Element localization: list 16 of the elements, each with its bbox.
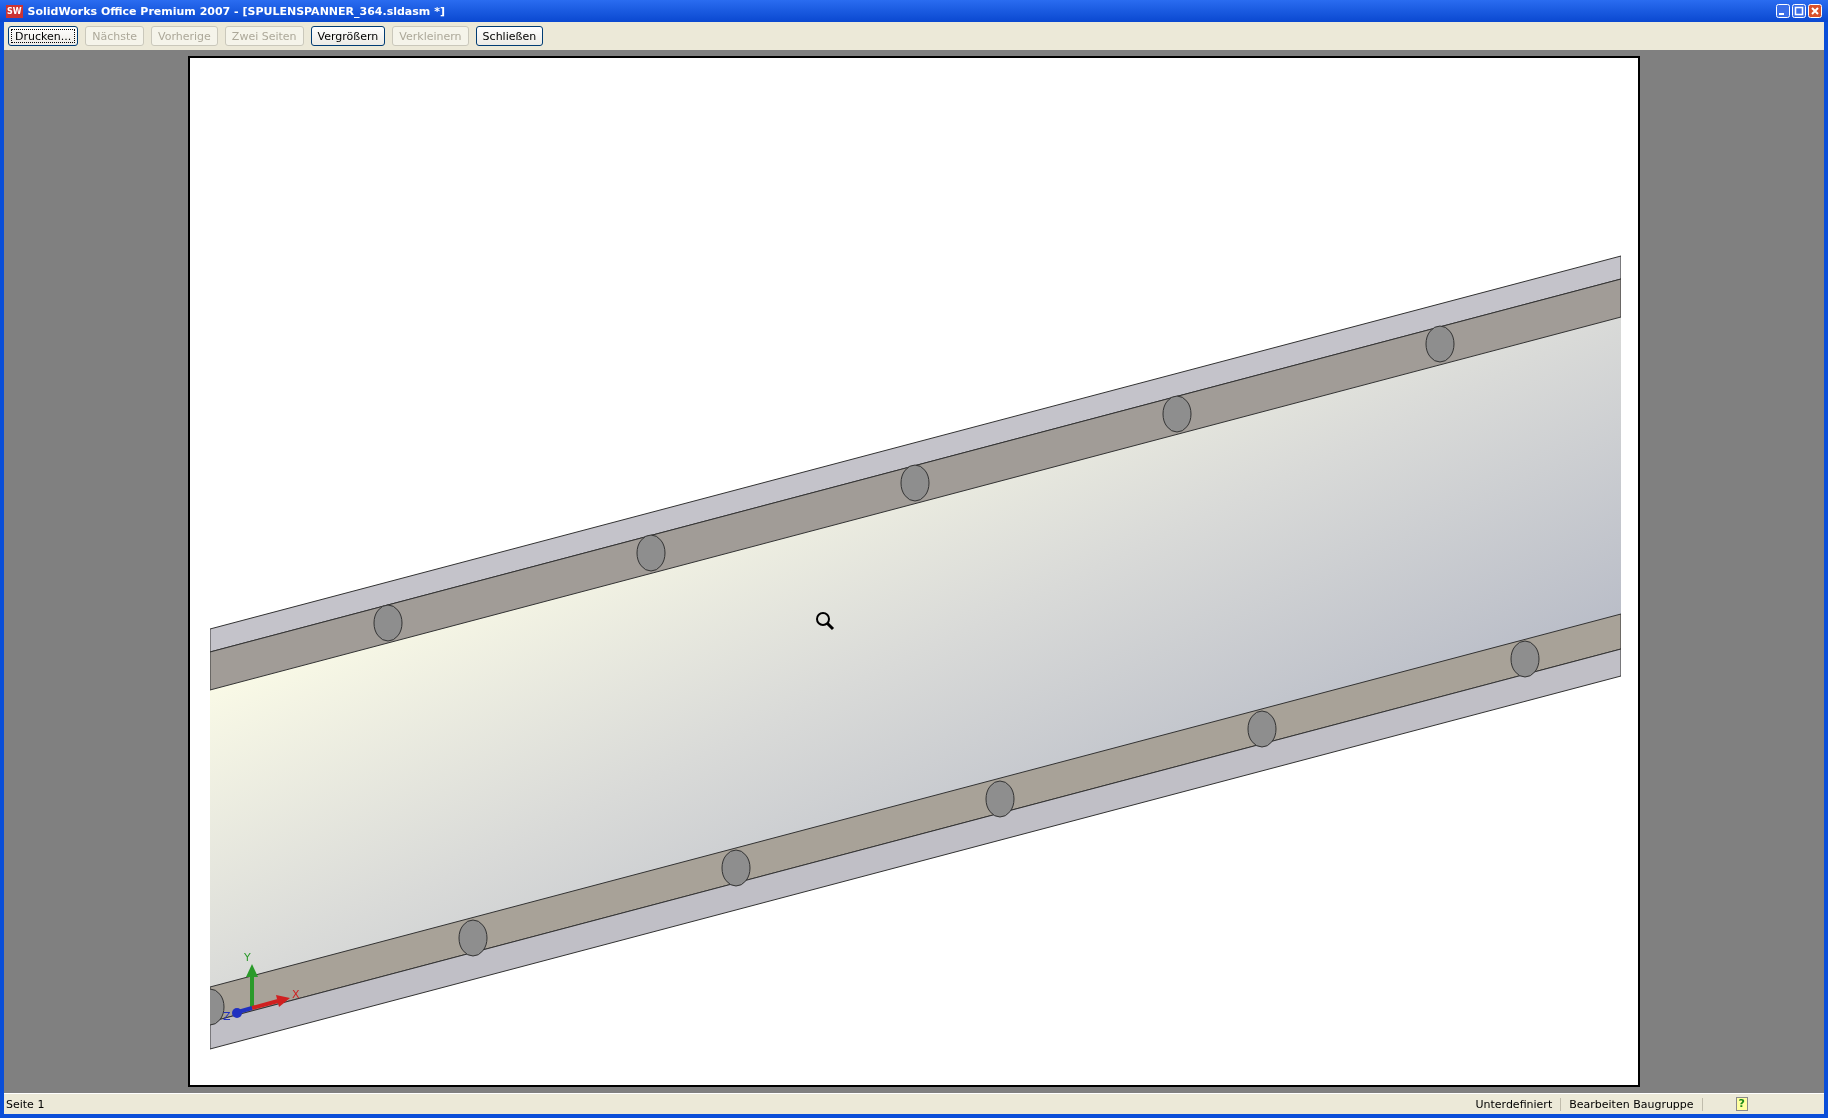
- magnifier-cursor-icon: [816, 612, 835, 631]
- status-text: Seite 1: [5, 1097, 46, 1111]
- coordinate-triad-icon: [232, 964, 290, 1018]
- x-axis-label: X: [292, 988, 300, 1001]
- help-icon[interactable]: ?: [1735, 1097, 1748, 1111]
- status-text: Unterdefiniert: [1467, 1097, 1562, 1111]
- toolbar-button[interactable]: Schließen: [475, 26, 544, 46]
- minimize-icon[interactable]: [1776, 4, 1790, 18]
- maximize-icon[interactable]: [1792, 4, 1806, 18]
- toolbar-button[interactable]: Drucken...: [8, 26, 79, 46]
- toolbar-button[interactable]: Vergrößern: [310, 26, 386, 46]
- y-axis-label: Y: [244, 951, 251, 964]
- window-title: SolidWorks Office Premium 2007 - [SPULENSPANNER_364.sldasm *]: [27, 4, 445, 18]
- status-text: Bearbeiten Baugruppe: [1561, 1097, 1703, 1111]
- close-icon[interactable]: [1808, 4, 1822, 18]
- app-icon: SW: [6, 4, 23, 18]
